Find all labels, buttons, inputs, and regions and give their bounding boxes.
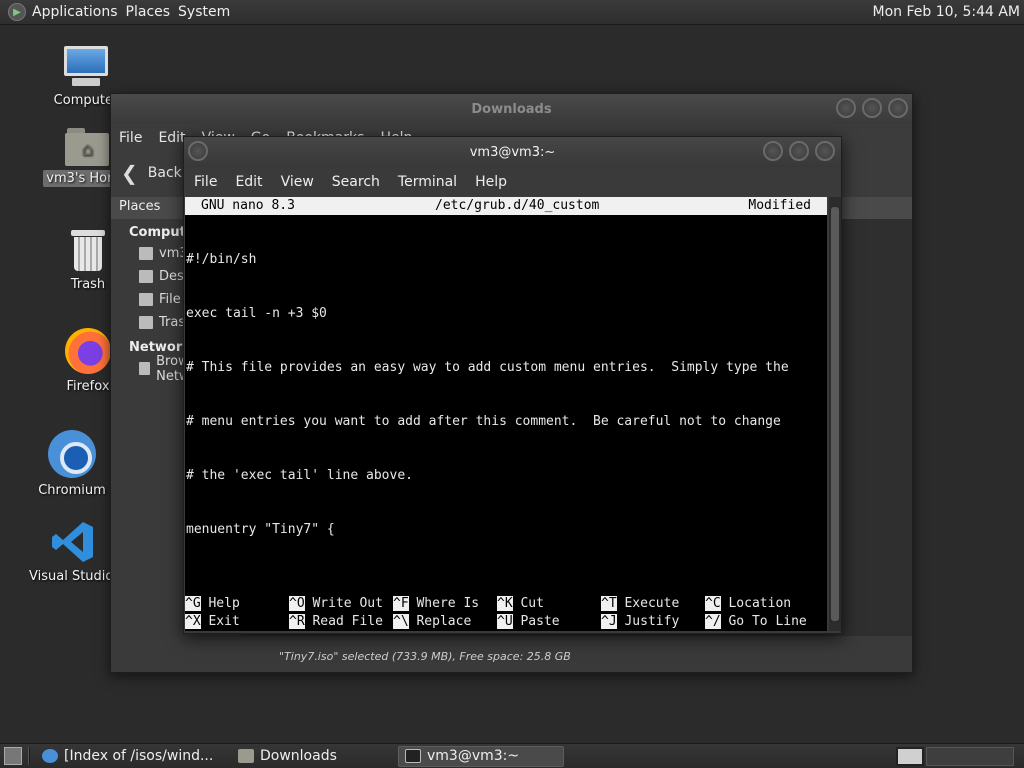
menu-file[interactable]: File [194, 174, 217, 190]
menu-file[interactable]: File [119, 130, 142, 146]
window-titlebar[interactable]: vm3@vm3:~ [184, 137, 841, 167]
desktop-icon [139, 270, 153, 283]
folder-icon [238, 749, 254, 763]
firefox-icon [65, 328, 111, 374]
trash-icon [71, 230, 105, 272]
maximize-button[interactable] [862, 98, 882, 118]
back-button[interactable]: Back [148, 165, 182, 181]
menu-help[interactable]: Help [475, 174, 507, 190]
shortcut-justify: ^J Justify [601, 614, 680, 629]
desktop-icon-label: Chromium [38, 483, 106, 498]
terminal-icon [405, 749, 421, 763]
scrollbar-thumb[interactable] [831, 207, 839, 621]
menu-view[interactable]: View [281, 174, 314, 190]
minimize-button[interactable] [763, 141, 783, 161]
menu-terminal[interactable]: Terminal [398, 174, 457, 190]
editor-line: # menu entries you want to add after thi… [186, 414, 781, 429]
home-folder-icon: ⌂ [65, 128, 109, 166]
terminal-screen[interactable]: GNU nano 8.3 /etc/grub.d/40_custom Modif… [185, 197, 827, 631]
network-icon [139, 362, 151, 375]
shortcut-write-out: ^O Write Out [289, 596, 383, 611]
editor-line: # This file provides an easy way to add … [186, 360, 789, 375]
shortcut-location: ^C Location [705, 596, 792, 611]
editor-line: #!/bin/sh [186, 252, 257, 267]
taskbar-separator [28, 747, 30, 765]
shortcut-read-file: ^R Read File [289, 614, 383, 629]
taskbar-item-downloads[interactable]: Downloads [232, 746, 394, 767]
taskbar-item-browser[interactable]: [Index of /isos/wind... [36, 746, 228, 767]
desktop-icon-label: Trash [70, 277, 106, 292]
shortcut-help: ^G Help [185, 596, 240, 611]
shortcut-execute: ^T Execute [601, 596, 680, 611]
nano-editor-body[interactable]: #!/bin/sh exec tail -n +3 $0 # This file… [185, 215, 827, 575]
show-desktop-button[interactable] [4, 747, 22, 765]
desktop-icon-chromium[interactable]: Chromium [24, 430, 120, 499]
close-button[interactable] [888, 98, 908, 118]
taskbar-item-terminal[interactable]: vm3@vm3:~ [398, 745, 564, 767]
editor-line: # the 'exec tail' line above. [186, 468, 413, 483]
nano-shortcut-bar: ^G Help ^O Write Out ^F Where Is ^K Cut … [185, 595, 827, 631]
window-menu-button[interactable] [188, 141, 208, 161]
window-title: Downloads [471, 101, 552, 117]
shortcut-replace: ^\ Replace [393, 614, 472, 629]
window-title: vm3@vm3:~ [469, 144, 556, 160]
menu-applications[interactable]: Applications [32, 4, 126, 20]
distro-logo-icon[interactable]: ▶ [8, 3, 26, 21]
nano-header: GNU nano 8.3 /etc/grub.d/40_custom Modif… [185, 197, 827, 215]
desktop-icon-label: Firefox [66, 379, 110, 394]
status-bar: "Tiny7.iso" selected (733.9 MB), Free sp… [111, 636, 912, 672]
editor-line: exec tail -n +3 $0 [186, 306, 327, 321]
workspace-switcher-active[interactable] [896, 747, 924, 766]
terminal-window[interactable]: vm3@vm3:~ File Edit View Search Terminal… [183, 136, 842, 634]
menubar: File Edit View Search Terminal Help [184, 167, 841, 197]
desktop-icon-vscode[interactable]: Visual Studio Code [26, 520, 120, 585]
clock[interactable]: Mon Feb 10, 5:44 AM [873, 4, 1020, 20]
shortcut-where-is: ^F Where Is [393, 596, 480, 611]
shortcut-exit: ^X Exit [185, 614, 240, 629]
menu-places[interactable]: Places [126, 4, 179, 20]
bottom-taskbar: [Index of /isos/wind... Downloads vm3@vm… [0, 743, 1024, 768]
desktop-icon-label: Visual Studio Code [29, 569, 120, 584]
menu-edit[interactable]: Edit [158, 130, 185, 146]
maximize-button[interactable] [789, 141, 809, 161]
menu-search[interactable]: Search [332, 174, 380, 190]
back-arrow-icon[interactable]: ❮ [121, 161, 138, 185]
nano-modified-state: Modified [748, 198, 811, 213]
menu-edit[interactable]: Edit [235, 174, 262, 190]
vscode-icon [51, 520, 95, 564]
window-titlebar[interactable]: Downloads [111, 94, 912, 124]
shortcut-cut: ^K Cut [497, 596, 544, 611]
browser-icon [42, 749, 58, 763]
editor-line: menuentry "Tiny7" { [186, 522, 335, 537]
computer-icon [62, 46, 110, 88]
shortcut-paste: ^U Paste [497, 614, 560, 629]
home-icon [139, 247, 153, 260]
drive-icon [139, 293, 153, 306]
top-panel: ▶ Applications Places System Mon Feb 10,… [0, 0, 1024, 25]
shortcut-go-to-line: ^/ Go To Line [705, 614, 807, 629]
workspace-switcher[interactable] [926, 747, 1014, 766]
menu-system[interactable]: System [178, 4, 238, 20]
minimize-button[interactable] [836, 98, 856, 118]
terminal-scrollbar[interactable] [829, 197, 841, 631]
nano-filename: /etc/grub.d/40_custom [435, 198, 600, 213]
trash-icon [139, 316, 153, 329]
nano-version: GNU nano 8.3 [201, 198, 295, 213]
chromium-icon [48, 430, 96, 478]
close-button[interactable] [815, 141, 835, 161]
